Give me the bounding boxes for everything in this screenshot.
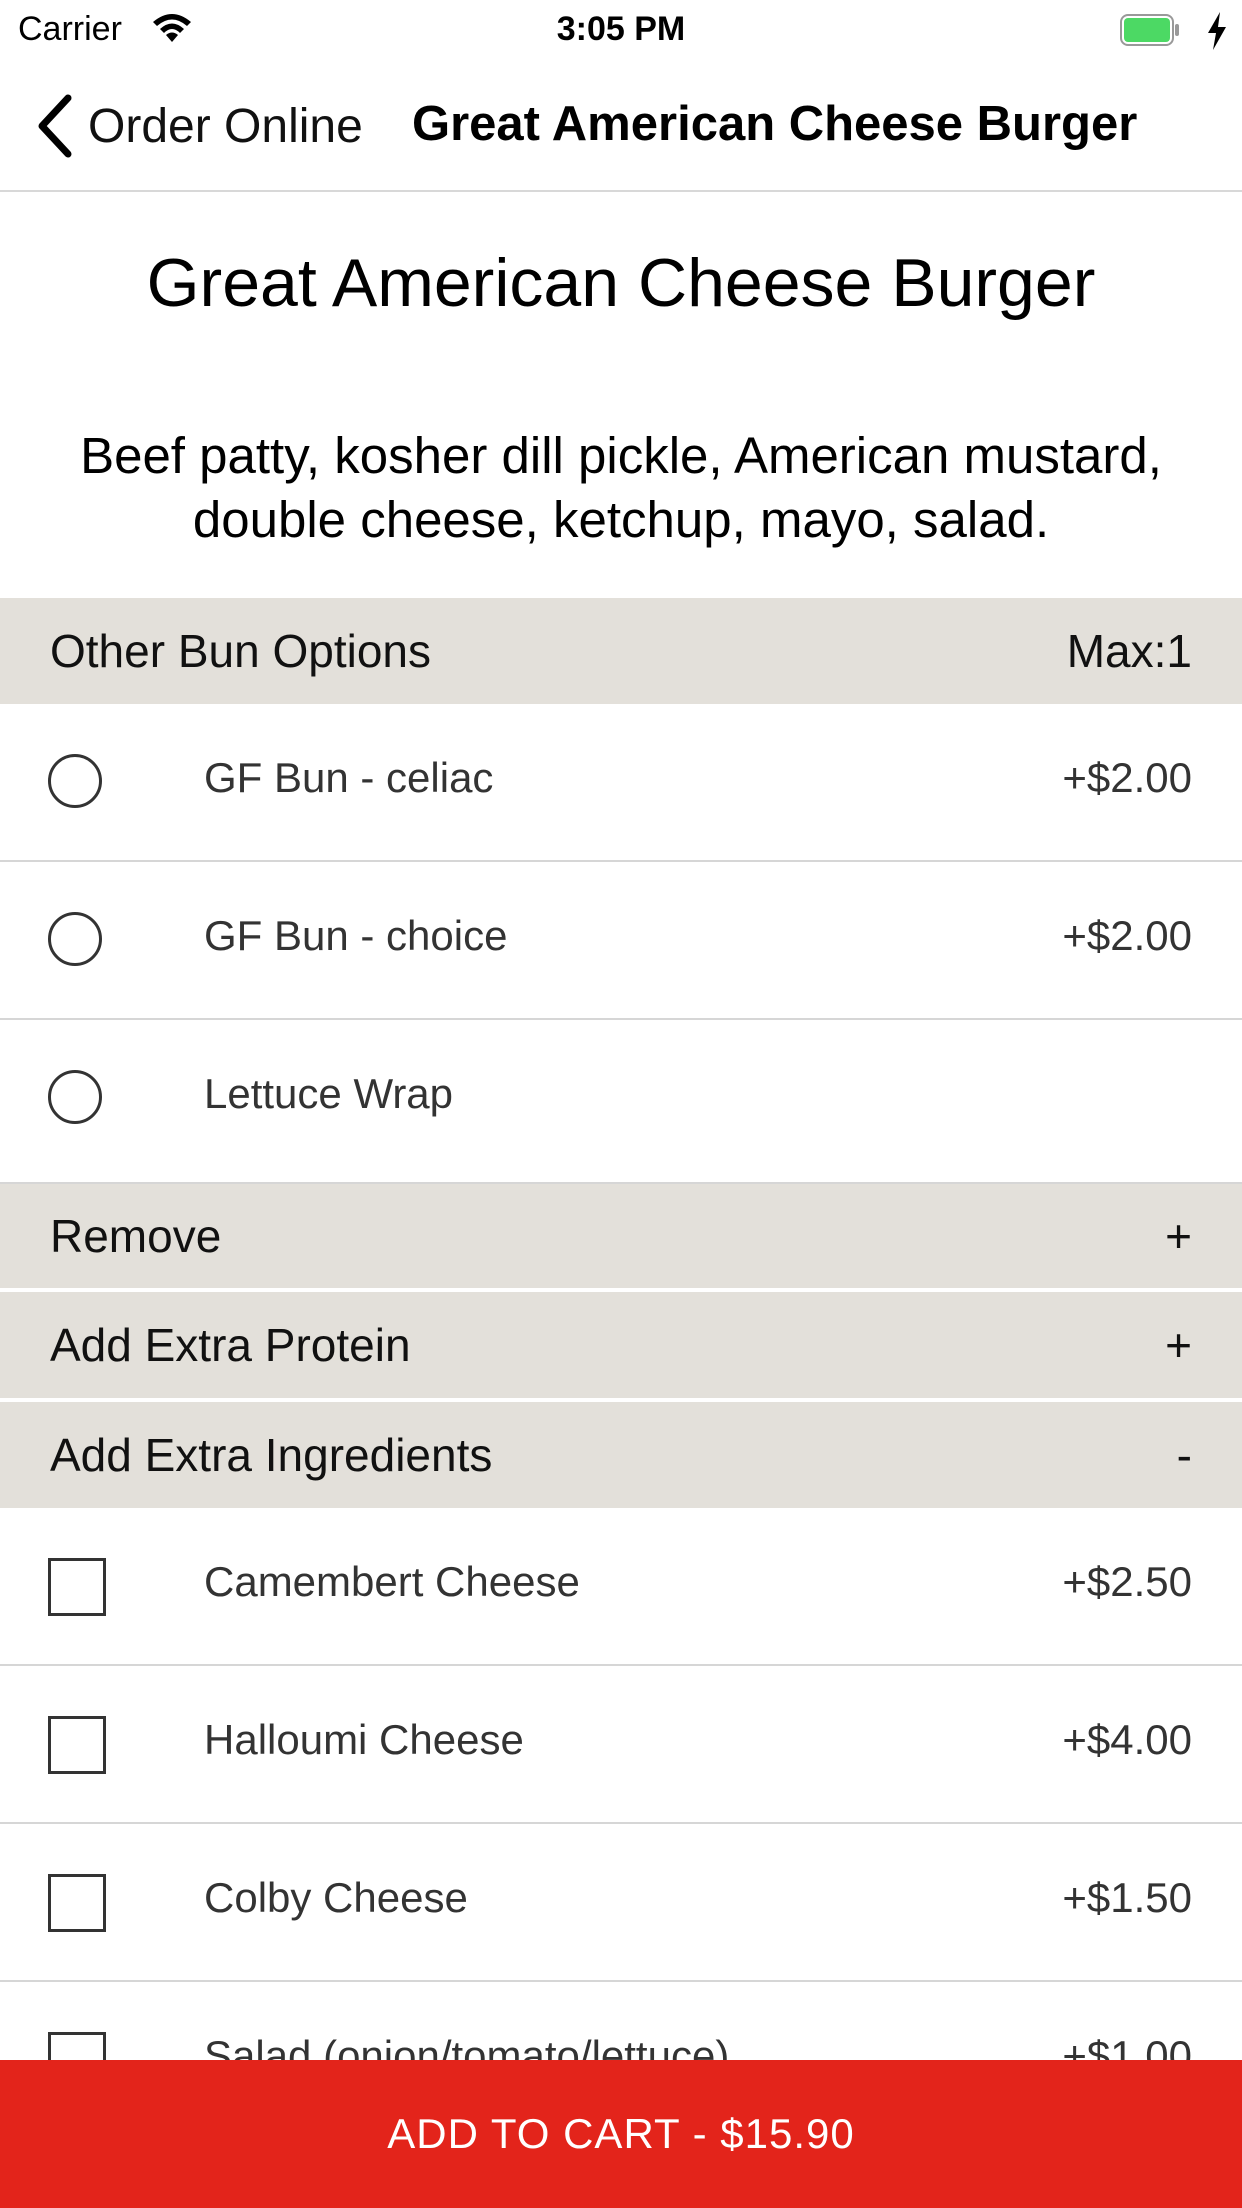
option-label: Halloumi Cheese bbox=[204, 1716, 524, 1763]
section-header-bun-options: Other Bun Options Max:1 bbox=[0, 598, 1242, 704]
option-row-lettuce-wrap[interactable]: Lettuce Wrap bbox=[0, 1020, 1242, 1178]
section-label: Add Extra Protein bbox=[50, 1319, 411, 1371]
option-price: +$2.50 bbox=[1062, 1558, 1192, 1605]
back-label: Order Online bbox=[88, 99, 363, 153]
option-label: Colby Cheese bbox=[204, 1874, 468, 1921]
max-selection-label: Max:1 bbox=[1066, 625, 1192, 677]
nav-title: Great American Cheese Burger bbox=[412, 97, 1138, 151]
expand-toggle[interactable]: + bbox=[1165, 1318, 1192, 1372]
option-row-gf-bun-choice[interactable]: GF Bun - choice +$2.00 bbox=[0, 862, 1242, 1020]
option-price: +$2.00 bbox=[1062, 912, 1192, 959]
option-label: Lettuce Wrap bbox=[204, 1070, 454, 1117]
option-label: GF Bun - choice bbox=[204, 912, 508, 959]
option-row-halloumi-cheese[interactable]: Halloumi Cheese +$4.00 bbox=[0, 1666, 1242, 1824]
radio-button[interactable] bbox=[48, 1070, 102, 1124]
battery-icon bbox=[1120, 14, 1179, 46]
add-to-cart-button[interactable]: ADD TO CART - $15.90 bbox=[0, 2060, 1242, 2208]
status-bar: Carrier 3:05 PM bbox=[0, 0, 1242, 60]
checkbox[interactable] bbox=[48, 1874, 106, 1932]
add-to-cart-label: ADD TO CART - $15.90 bbox=[387, 2110, 855, 2157]
section-header-extra-protein[interactable]: Add Extra Protein + bbox=[0, 1292, 1242, 1398]
section-header-extra-ingredients[interactable]: Add Extra Ingredients - bbox=[0, 1402, 1242, 1508]
radio-button[interactable] bbox=[48, 912, 102, 966]
item-title: Great American Cheese Burger bbox=[146, 245, 1096, 321]
radio-button[interactable] bbox=[48, 754, 102, 808]
option-row-colby-cheese[interactable]: Colby Cheese +$1.50 bbox=[0, 1824, 1242, 1982]
option-label: Camembert Cheese bbox=[204, 1558, 580, 1605]
chevron-left-icon bbox=[38, 94, 72, 158]
option-label: GF Bun - celiac bbox=[204, 754, 494, 801]
section-label: Other Bun Options bbox=[50, 625, 431, 677]
checkbox[interactable] bbox=[48, 1716, 106, 1774]
option-price: +$4.00 bbox=[1062, 1716, 1192, 1763]
section-label: Remove bbox=[50, 1210, 222, 1262]
option-price: +$2.00 bbox=[1062, 754, 1192, 801]
section-header-remove[interactable]: Remove + bbox=[0, 1182, 1242, 1288]
charging-bolt-icon bbox=[1208, 12, 1226, 50]
option-price: +$1.50 bbox=[1062, 1874, 1192, 1921]
section-label: Add Extra Ingredients bbox=[50, 1429, 493, 1481]
checkbox[interactable] bbox=[48, 1558, 106, 1616]
item-description: Beef patty, kosher dill pickle, American… bbox=[80, 427, 1162, 548]
expand-toggle[interactable]: + bbox=[1165, 1209, 1192, 1263]
collapse-toggle[interactable]: - bbox=[1177, 1428, 1192, 1482]
navigation-bar: Order Online Great American Cheese Burge… bbox=[0, 60, 1242, 192]
back-button[interactable]: Order Online bbox=[34, 90, 363, 162]
option-row-camembert-cheese[interactable]: Camembert Cheese +$2.50 bbox=[0, 1508, 1242, 1666]
option-row-gf-bun-celiac[interactable]: GF Bun - celiac +$2.00 bbox=[0, 704, 1242, 862]
clock: 3:05 PM bbox=[556, 10, 686, 48]
